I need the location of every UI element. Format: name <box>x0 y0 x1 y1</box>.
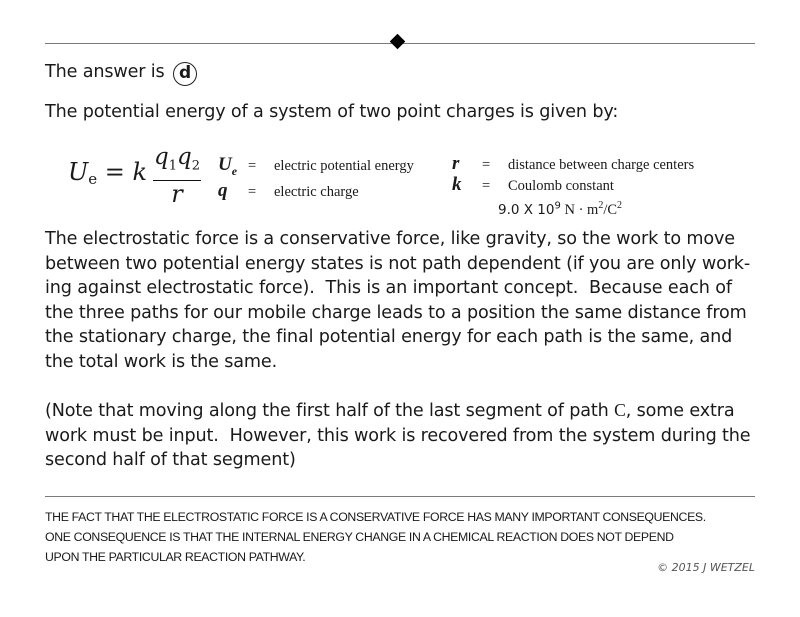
legend-item: q = electric charge <box>218 181 414 202</box>
legend-symbol: Ue <box>218 154 238 178</box>
paragraph-line: the stationary charge, the final potenti… <box>45 327 733 347</box>
formula-u-sub: e <box>88 170 98 188</box>
legend-description: Coulomb constant <box>508 178 614 194</box>
diamond-ornament-icon <box>389 33 406 50</box>
answer-choice-badge: d <box>173 62 198 86</box>
footer-line: ONE CONSEQUENCE IS THAT THE INTERNAL ENE… <box>45 530 674 544</box>
formula-fraction: q1q2 r <box>153 144 201 207</box>
legend-eq: = <box>248 158 257 174</box>
legend-symbol: r <box>452 153 460 174</box>
answer-line: The answer is d <box>45 60 760 86</box>
formula-equals-k: = k <box>104 158 148 186</box>
intro-text: The potential energy of a system of two … <box>45 102 619 122</box>
variable-legend-left: Ue = electric potential energy q = electric … <box>218 155 414 202</box>
paragraph-line: second half of that segment) <box>45 450 296 470</box>
copyright: © 2015 J WETZEL <box>657 561 755 574</box>
legend-description: electric potential energy <box>274 158 414 174</box>
paragraph-line: ing against electrostatic force). This i… <box>45 278 732 298</box>
q2: q <box>177 144 192 170</box>
variable-legend-right: r = distance between charge centers k = Coul… <box>452 154 694 220</box>
note-paragraph: (Note that moving along the first half o… <box>45 398 760 473</box>
legend-item: r = distance between charge centers <box>452 154 694 175</box>
formula-denominator: r <box>171 179 183 208</box>
paragraph-line: the three paths for our mobile charge le… <box>45 302 747 323</box>
formula-lhs: Ue = k <box>68 158 147 188</box>
paragraph-line: between two potential energy states is n… <box>45 253 751 274</box>
paragraph-line: The electrostatic force is a conservativ… <box>45 229 735 249</box>
legend-description: distance between charge centers <box>508 157 695 173</box>
explanation-paragraph: The electrostatic force is a conservativ… <box>45 227 760 374</box>
q1-sub: 1 <box>168 158 177 174</box>
q1: q <box>153 144 169 170</box>
bottom-divider <box>45 496 755 497</box>
legend-description: electric charge <box>274 183 359 200</box>
paragraph-line: the total work is the same. <box>45 351 278 372</box>
legend-eq: = <box>482 157 491 173</box>
formula-numerator: q1q2 <box>153 144 201 181</box>
legend-eq: = <box>482 178 491 194</box>
q2-sub: 2 <box>191 158 201 174</box>
paragraph-line: (Note that moving along the first half o… <box>45 400 735 421</box>
legend-symbol: k <box>452 174 462 195</box>
footer-note: THE FACT THAT THE ELECTROSTATIC FORCE IS… <box>45 507 765 567</box>
formula-u: U <box>68 158 89 186</box>
footer-line: THE FACT THAT THE ELECTROSTATIC FORCE IS… <box>45 510 706 524</box>
legend-symbol: q <box>218 179 228 201</box>
legend-item: Ue = electric potential energy <box>218 155 414 181</box>
answer-prefix: The answer is <box>45 62 165 82</box>
path-label: C <box>614 400 626 420</box>
legend-eq: = <box>248 183 257 200</box>
paragraph-line: work must be input. However, this work i… <box>45 425 751 446</box>
coulomb-constant-value: 9.0 X 109 N · m2/C2 <box>498 200 623 218</box>
legend-item: k = Coulomb constant <box>452 175 694 196</box>
